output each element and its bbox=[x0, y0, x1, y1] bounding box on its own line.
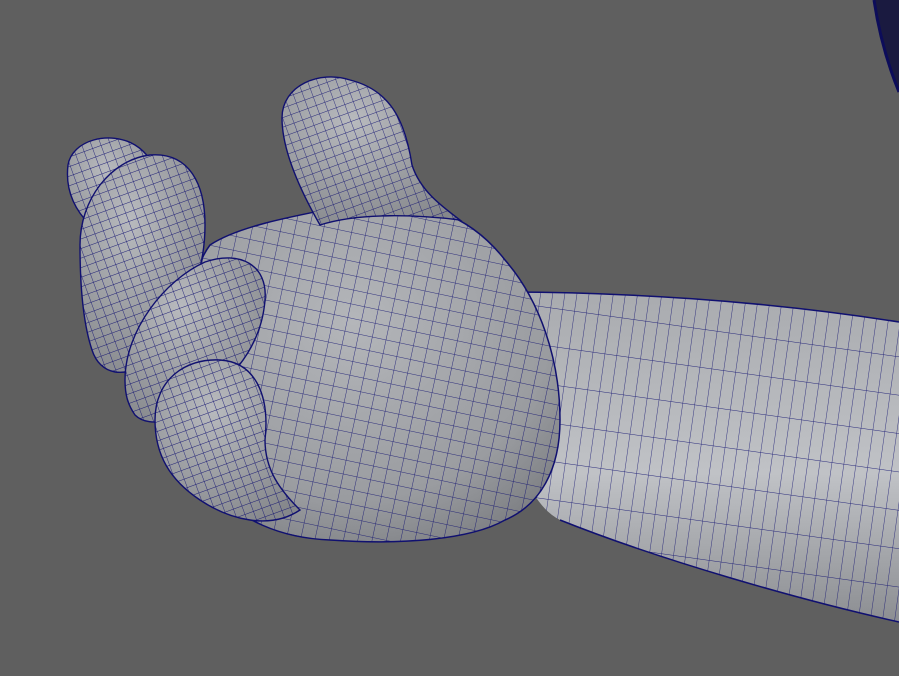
thumb bbox=[281, 76, 463, 226]
3d-viewport[interactable] bbox=[0, 0, 899, 676]
mesh-render bbox=[66, 0, 899, 623]
forearm-mesh bbox=[499, 291, 899, 623]
background-object-edge bbox=[872, 0, 899, 93]
